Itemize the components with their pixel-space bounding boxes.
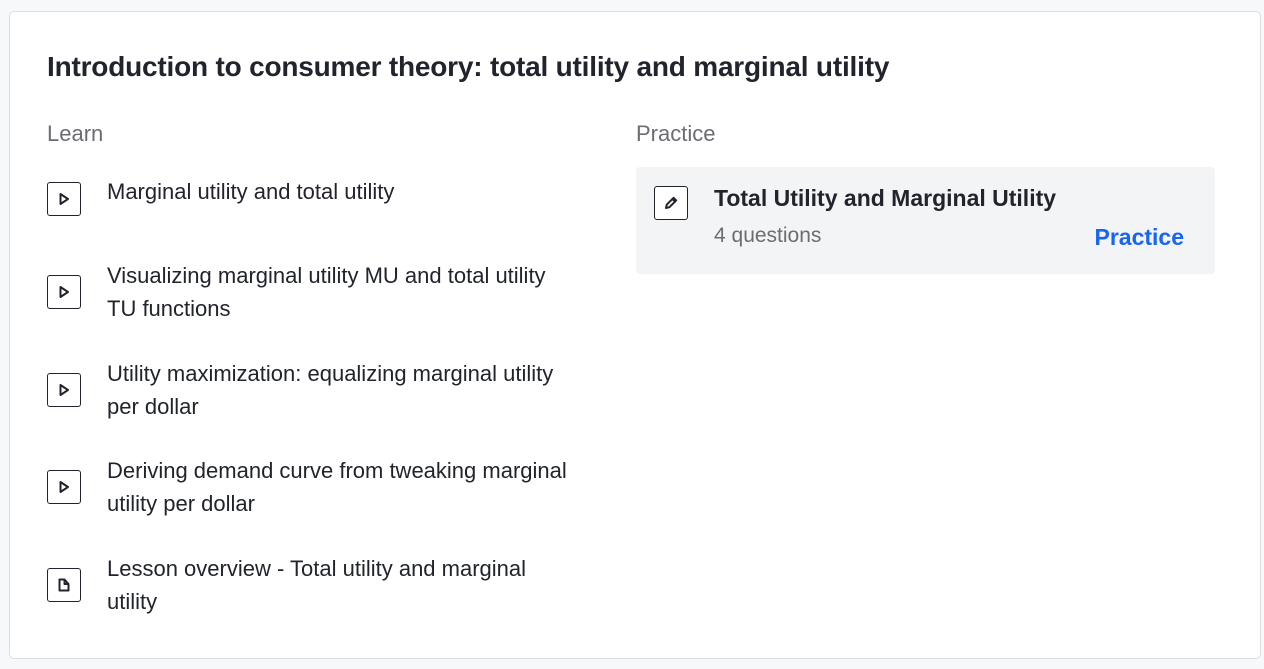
- practice-question-count: 4 questions: [714, 224, 822, 247]
- lesson-card: Introduction to consumer theory: total u…: [9, 11, 1261, 659]
- learn-item-lesson-overview[interactable]: Lesson overview - Total utility and marg…: [47, 552, 587, 622]
- learn-item-label: Marginal utility and total utility: [107, 179, 395, 204]
- play-icon: [47, 182, 81, 216]
- play-icon: [47, 373, 81, 407]
- play-icon: [47, 275, 81, 309]
- play-icon: [47, 470, 81, 504]
- article-icon: [47, 568, 81, 602]
- learn-item-utility-maximization[interactable]: Utility maximization: equalizing margina…: [47, 357, 587, 427]
- practice-exercise-card[interactable]: Total Utility and Marginal Utility 4 que…: [636, 167, 1215, 274]
- learn-item-deriving-demand-curve[interactable]: Deriving demand curve from tweaking marg…: [47, 454, 587, 524]
- practice-heading: Practice: [636, 121, 716, 146]
- learn-heading: Learn: [47, 121, 104, 146]
- learn-item-label: Deriving demand curve from tweaking marg…: [107, 458, 567, 516]
- practice-button[interactable]: Practice: [1094, 222, 1184, 252]
- pencil-icon: [654, 186, 688, 220]
- learn-item-label: Utility maximization: equalizing margina…: [107, 361, 554, 419]
- learn-item-visualizing-mu-tu[interactable]: Visualizing marginal utility MU and tota…: [47, 259, 587, 329]
- learn-item-label: Lesson overview - Total utility and marg…: [107, 556, 527, 614]
- lesson-title: Introduction to consumer theory: total u…: [47, 51, 890, 82]
- practice-exercise-title[interactable]: Total Utility and Marginal Utility: [714, 183, 1056, 213]
- learn-item-marginal-utility-and-total-utility[interactable]: Marginal utility and total utility: [47, 178, 587, 248]
- learn-item-label: Visualizing marginal utility MU and tota…: [107, 263, 546, 321]
